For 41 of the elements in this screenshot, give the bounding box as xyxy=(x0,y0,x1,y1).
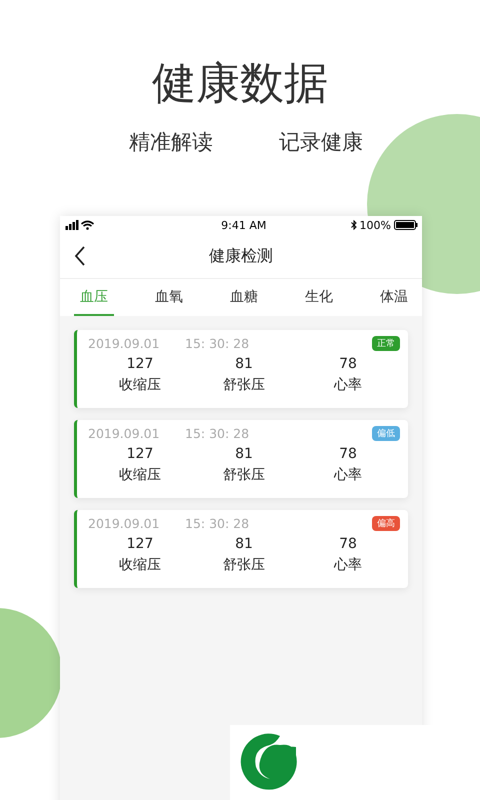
tab[interactable]: 血糖 xyxy=(224,279,264,316)
signal-wifi-icon xyxy=(64,220,97,230)
reading-label: 收缩压 xyxy=(119,376,161,395)
reading-value: 78 xyxy=(339,445,357,464)
screen-title: 健康检测 xyxy=(209,246,273,266)
headline: 健康数据 xyxy=(151,57,329,111)
reading-label: 舒张压 xyxy=(223,376,265,395)
reading-label: 收缩压 xyxy=(119,466,161,485)
battery-percent: 100% xyxy=(360,218,391,232)
reading-value: 81 xyxy=(235,355,253,374)
status-time: 9:41 AM xyxy=(220,218,268,232)
record-time: 15: 30: 28 xyxy=(185,426,250,441)
record-time: 15: 30: 28 xyxy=(185,336,250,351)
record-date: 2019.09.01 xyxy=(88,516,161,531)
subtitle: 记录健康 xyxy=(279,129,363,156)
bluetooth-icon xyxy=(350,220,357,230)
reading-value: 78 xyxy=(339,535,357,554)
reading-value: 78 xyxy=(339,355,357,374)
record-time: 15: 30: 28 xyxy=(185,516,250,531)
reading-label: 收缩压 xyxy=(119,556,161,575)
reading-value: 127 xyxy=(126,355,154,374)
status-badge: 偏高 xyxy=(372,516,400,531)
battery-icon xyxy=(394,220,418,230)
tab[interactable]: 生化 xyxy=(299,279,339,316)
reading-value: 81 xyxy=(235,535,253,554)
tab[interactable]: 体温 xyxy=(374,279,414,316)
reading-label: 舒张压 xyxy=(223,466,265,485)
reading-label: 心率 xyxy=(334,376,362,395)
back-icon[interactable] xyxy=(74,246,86,266)
reading-label: 心率 xyxy=(334,556,362,575)
reading-value: 81 xyxy=(235,445,253,464)
reading-label: 心率 xyxy=(334,466,362,485)
record-date: 2019.09.01 xyxy=(88,426,161,441)
tab[interactable]: 血氧 xyxy=(149,279,189,316)
reading-value: 127 xyxy=(126,535,154,554)
status-badge: 偏低 xyxy=(372,426,400,441)
record-date: 2019.09.01 xyxy=(88,336,161,351)
reading-value: 127 xyxy=(126,445,154,464)
reading-label: 舒张压 xyxy=(223,556,265,575)
status-badge: 正常 xyxy=(372,336,400,351)
subtitle: 精准解读 xyxy=(129,129,213,156)
